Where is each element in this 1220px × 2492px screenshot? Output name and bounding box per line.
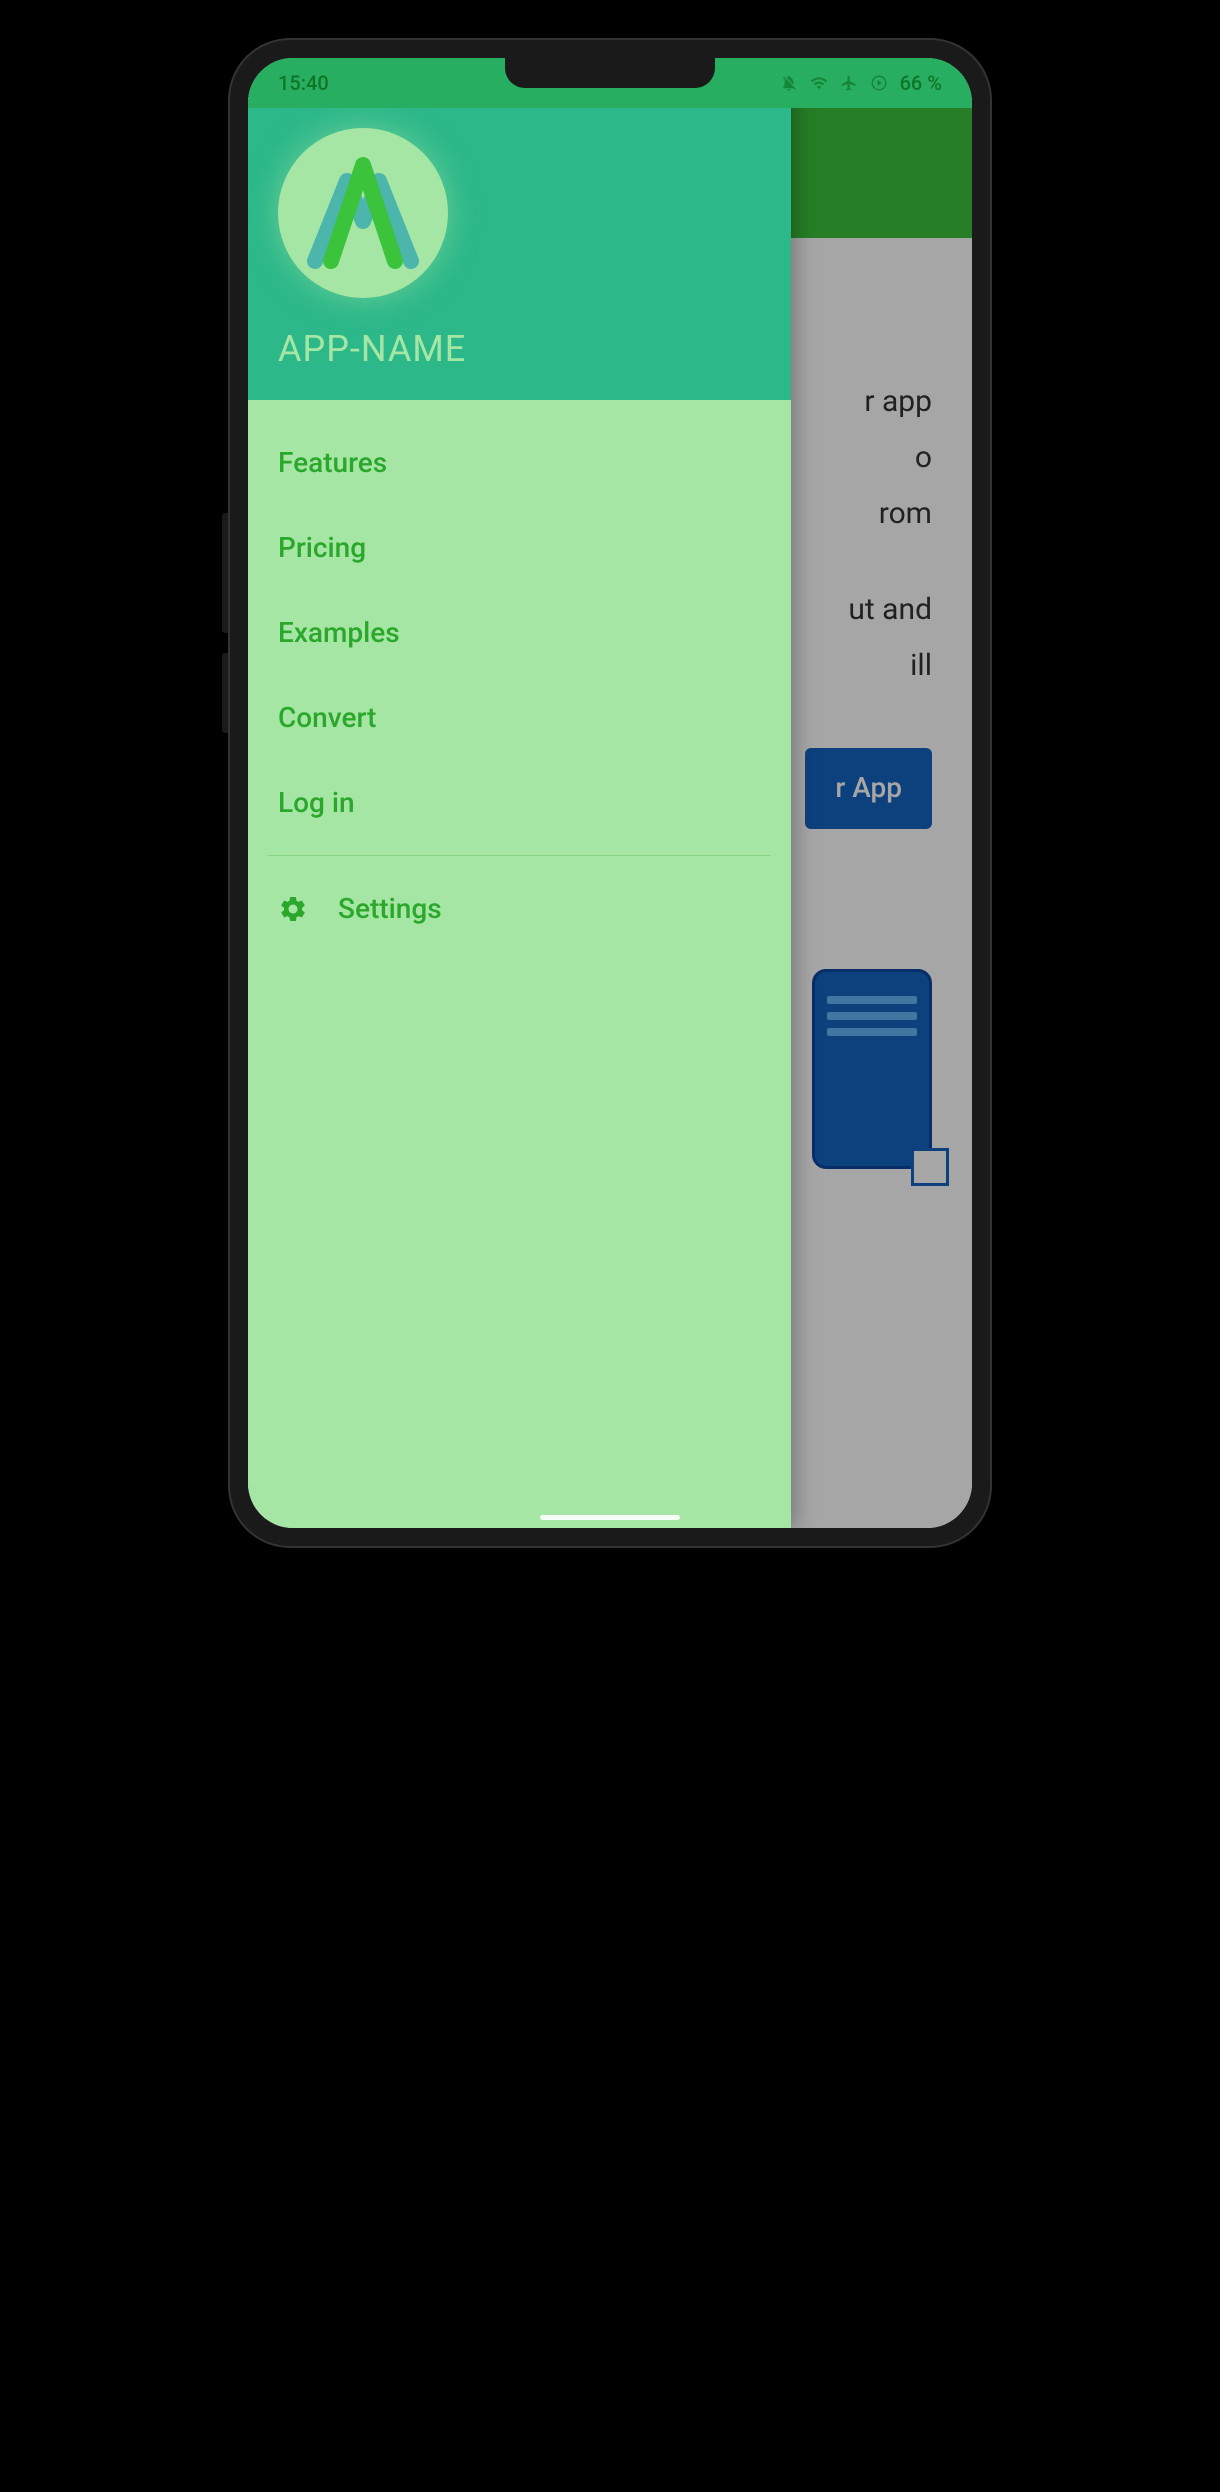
phone-screen: r app o rom ut and ill r App 15:40 [248, 58, 972, 1528]
phone-notch [505, 58, 715, 88]
status-time: 15:40 [278, 71, 329, 95]
status-battery: 66 % [900, 71, 942, 95]
drawer-header: APP-NAME [248, 58, 791, 400]
nav-item-convert[interactable]: Convert [248, 675, 791, 760]
nav-item-login[interactable]: Log in [248, 760, 791, 845]
drawer-body: Features Pricing Examples Convert Log in… [248, 400, 791, 1528]
drawer-app-name: APP-NAME [278, 328, 761, 370]
airplane-icon [840, 74, 858, 92]
nav-item-examples[interactable]: Examples [248, 590, 791, 675]
notifications-off-icon [780, 74, 798, 92]
navigation-drawer: APP-NAME Features Pricing Examples Conve… [248, 58, 791, 1528]
app-logo [278, 128, 448, 298]
gear-icon [278, 894, 308, 924]
nav-item-features[interactable]: Features [248, 420, 791, 505]
phone-frame: r app o rom ut and ill r App 15:40 [230, 40, 990, 1546]
battery-icon [870, 74, 888, 92]
home-indicator[interactable] [540, 1515, 680, 1520]
settings-label: Settings [338, 892, 442, 925]
nav-item-pricing[interactable]: Pricing [248, 505, 791, 590]
logo-icon [283, 133, 443, 293]
nav-item-settings[interactable]: Settings [248, 866, 791, 951]
wifi-icon [810, 74, 828, 92]
drawer-divider [268, 855, 771, 856]
